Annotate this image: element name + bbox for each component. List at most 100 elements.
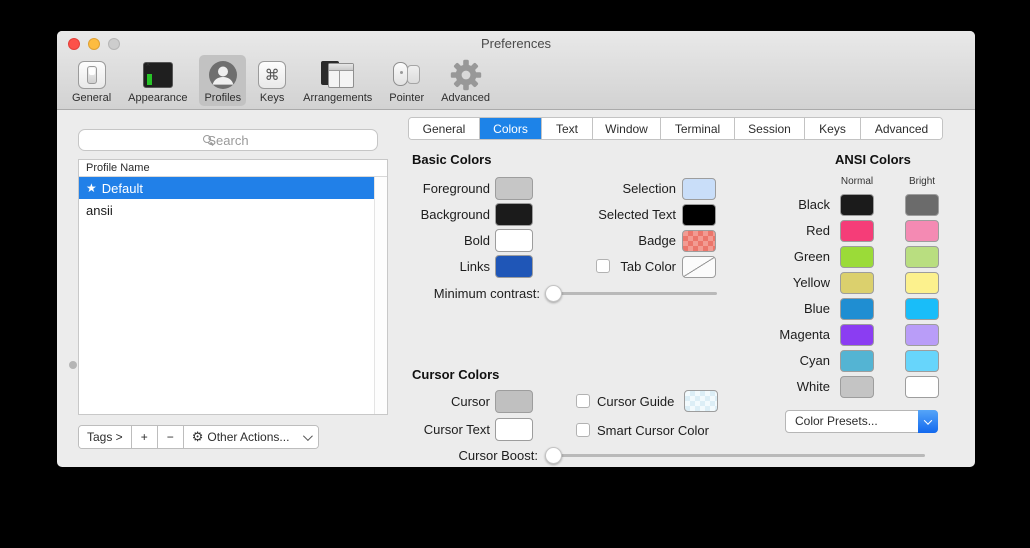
profile-name: Default xyxy=(102,181,143,196)
slider-knob[interactable] xyxy=(545,447,562,464)
ansi-white-normal-well[interactable] xyxy=(840,376,874,398)
tab-color-well[interactable] xyxy=(682,256,716,278)
slider-knob[interactable] xyxy=(545,285,562,302)
ansi-bright-header: Bright xyxy=(892,176,952,187)
ansi-yellow-normal-well[interactable] xyxy=(840,272,874,294)
profile-actions-bar: Tags > + − ⚙ Other Actions... xyxy=(78,425,319,449)
toolbar-item-general[interactable]: General xyxy=(67,55,116,106)
tab-keys[interactable]: Keys xyxy=(805,118,861,139)
profile-row-default[interactable]: ★ Default xyxy=(79,177,374,199)
smart-cursor-color-checkbox[interactable] xyxy=(576,423,590,437)
cursor-guide-color-well[interactable] xyxy=(684,390,718,412)
minimum-contrast-label: Minimum contrast: xyxy=(390,282,540,305)
keys-icon: ⌘ xyxy=(258,58,286,91)
ansi-white-bright-well[interactable] xyxy=(905,376,939,398)
ansi-white-label: White xyxy=(760,376,830,398)
gear-icon: ⚙ xyxy=(192,429,204,445)
advanced-icon xyxy=(450,58,482,91)
ansi-yellow-bright-well[interactable] xyxy=(905,272,939,294)
toolbar-item-appearance[interactable]: Appearance xyxy=(123,55,192,106)
ansi-green-bright-well[interactable] xyxy=(905,246,939,268)
profiles-icon xyxy=(208,58,238,91)
content-area: Profile Name ★ Default ansii Tags > + − … xyxy=(57,110,975,467)
preferences-window: Preferences General Appearance xyxy=(57,31,975,467)
cursor-color-well[interactable] xyxy=(495,390,533,413)
general-icon xyxy=(78,58,106,91)
add-profile-button[interactable]: + xyxy=(132,426,158,448)
ansi-green-normal-well[interactable] xyxy=(840,246,874,268)
ansi-colors-heading: ANSI Colors xyxy=(835,152,911,167)
pane-splitter-dot[interactable] xyxy=(69,361,77,369)
arrangements-icon xyxy=(321,58,355,91)
ansi-green-label: Green xyxy=(760,246,830,268)
selected-text-color-well[interactable] xyxy=(682,204,716,226)
smart-cursor-color-label: Smart Cursor Color xyxy=(597,423,709,438)
ansi-magenta-bright-well[interactable] xyxy=(905,324,939,346)
ansi-red-bright-well[interactable] xyxy=(905,220,939,242)
tab-session[interactable]: Session xyxy=(735,118,805,139)
chevron-down-icon xyxy=(918,410,938,433)
remove-profile-button[interactable]: − xyxy=(158,426,184,448)
toolbar-label: Pointer xyxy=(389,92,424,104)
ansi-cyan-normal-well[interactable] xyxy=(840,350,874,372)
tab-colors[interactable]: Colors xyxy=(480,118,542,139)
tab-general[interactable]: General xyxy=(409,118,480,139)
ansi-cyan-label: Cyan xyxy=(760,350,830,372)
ansi-blue-normal-well[interactable] xyxy=(840,298,874,320)
ansi-normal-header: Normal xyxy=(827,176,887,187)
cursor-boost-slider[interactable] xyxy=(545,447,925,464)
ansi-blue-label: Blue xyxy=(760,298,830,320)
cursor-guide-checkbox[interactable] xyxy=(576,394,590,408)
color-presets-dropdown[interactable]: Color Presets... xyxy=(785,410,938,433)
tags-button[interactable]: Tags > xyxy=(79,426,132,448)
toolbar-item-profiles[interactable]: Profiles xyxy=(199,55,246,106)
window-title: Preferences xyxy=(57,36,975,51)
profile-name: ansii xyxy=(86,203,113,218)
profile-row-ansii[interactable]: ansii xyxy=(79,199,374,221)
ansi-yellow-label: Yellow xyxy=(760,272,830,294)
badge-color-well[interactable] xyxy=(682,230,716,252)
minimum-contrast-slider[interactable] xyxy=(545,285,717,302)
toolbar-label: Arrangements xyxy=(303,92,372,104)
links-label: Links xyxy=(340,255,490,278)
appearance-icon xyxy=(143,58,173,91)
toolbar: General Appearance xyxy=(67,55,495,106)
cursor-text-color-well[interactable] xyxy=(495,418,533,441)
toolbar-label: Advanced xyxy=(441,92,490,104)
tab-advanced[interactable]: Advanced xyxy=(861,118,942,139)
ansi-black-bright-well[interactable] xyxy=(905,194,939,216)
toolbar-item-keys[interactable]: ⌘ Keys xyxy=(253,55,291,106)
ansi-red-normal-well[interactable] xyxy=(840,220,874,242)
ansi-magenta-normal-well[interactable] xyxy=(840,324,874,346)
ansi-black-normal-well[interactable] xyxy=(840,194,874,216)
toolbar-item-pointer[interactable]: Pointer xyxy=(384,55,429,106)
foreground-label: Foreground xyxy=(340,177,490,200)
toolbar-label: Keys xyxy=(260,92,284,104)
toolbar-label: Profiles xyxy=(204,92,241,104)
toolbar-item-arrangements[interactable]: Arrangements xyxy=(298,55,377,106)
selection-label: Selection xyxy=(526,177,676,200)
tab-window[interactable]: Window xyxy=(593,118,661,139)
toolbar-label: General xyxy=(72,92,111,104)
selected-text-label: Selected Text xyxy=(526,203,676,226)
search-input[interactable] xyxy=(78,129,378,151)
ansi-blue-bright-well[interactable] xyxy=(905,298,939,320)
ansi-black-label: Black xyxy=(760,194,830,216)
chevron-down-icon xyxy=(303,431,313,441)
ansi-magenta-label: Magenta xyxy=(760,324,830,346)
profile-tab-bar: General Colors Text Window Terminal Sess… xyxy=(408,117,943,140)
toolbar-label: Appearance xyxy=(128,92,187,104)
bold-label: Bold xyxy=(340,229,490,252)
other-actions-dropdown[interactable]: ⚙ Other Actions... xyxy=(184,426,319,448)
cursor-text-label: Cursor Text xyxy=(340,418,490,441)
pointer-icon xyxy=(391,58,423,91)
tab-terminal[interactable]: Terminal xyxy=(661,118,735,139)
ansi-cyan-bright-well[interactable] xyxy=(905,350,939,372)
selection-color-well[interactable] xyxy=(682,178,716,200)
cursor-boost-label: Cursor Boost: xyxy=(388,444,538,467)
badge-label: Badge xyxy=(526,229,676,252)
tab-color-label: Tab Color xyxy=(526,255,676,278)
basic-colors-heading: Basic Colors xyxy=(412,152,491,167)
tab-text[interactable]: Text xyxy=(542,118,593,139)
toolbar-item-advanced[interactable]: Advanced xyxy=(436,55,495,106)
